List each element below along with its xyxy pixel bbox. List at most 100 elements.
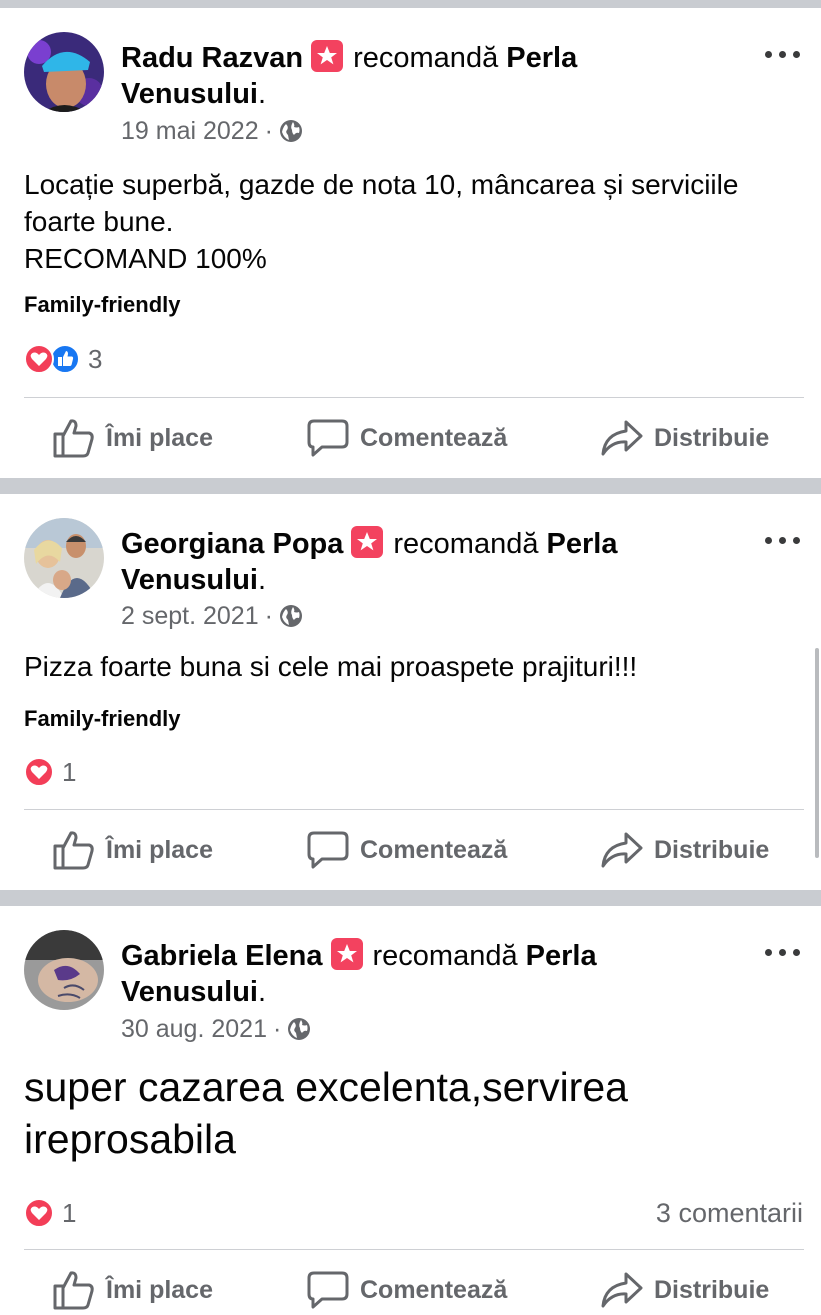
divider [24,397,804,398]
share-button-label: Distribuie [654,835,770,864]
love-icon [24,757,54,787]
comment-button-label: Comentează [360,423,508,452]
page-name-link[interactable]: Perla [547,528,618,560]
meta-dot: · [272,1015,282,1043]
comment-icon [307,419,349,457]
share-button[interactable]: Distribuie [600,830,769,870]
reactions-summary[interactable]: 1 [24,756,76,788]
reaction-count: 1 [62,1197,77,1228]
comment-button[interactable]: Comentează [306,418,507,458]
review-tag: Family-friendly [24,706,181,731]
avatar[interactable] [24,32,104,112]
like-button-label: Îmi place [106,1275,213,1304]
love-icon [24,344,54,374]
comment-button[interactable]: Comentează [306,1270,507,1310]
author-name[interactable]: Radu Razvan [121,42,303,74]
page-name-link[interactable]: Venusului [121,564,258,596]
recommend-badge-icon [351,526,384,558]
divider [24,809,804,810]
more-options-icon[interactable] [765,534,801,546]
share-button[interactable]: Distribuie [600,1270,769,1310]
review-tag: Family-friendly [24,292,181,317]
page-name-link[interactable]: Perla [506,42,577,74]
scrollbar[interactable] [815,648,819,858]
share-arrow-icon [601,832,643,868]
like-button[interactable]: Îmi place [52,1270,213,1310]
recommends-text: recomandă [393,528,539,560]
post-meta: 2 sept. 2021 · [121,601,303,631]
post-body-line: Pizza foarte buna si cele mai proaspete … [24,651,638,682]
share-button-label: Distribuie [654,1275,770,1304]
post-body-line: ireprosabila [24,1116,236,1162]
review-post: Radu Razvan recomandă Perla Venusului. 19… [0,8,821,478]
share-button-label: Distribuie [654,423,770,452]
post-date[interactable]: 2 sept. 2021 [121,602,259,630]
post-body: Pizza foarte buna si cele mai proaspete … [24,648,807,685]
post-body: super cazarea excelenta,servirea irepros… [24,1061,807,1165]
share-button[interactable]: Distribuie [600,418,769,458]
page-name-link[interactable]: Perla [526,940,597,972]
globe-icon [279,605,302,627]
review-post: Georgiana Popa recomandă Perla Venusului.… [0,494,821,890]
like-button[interactable]: Îmi place [52,830,213,870]
share-arrow-icon [601,1272,643,1308]
comment-button[interactable]: Comentează [306,830,507,870]
post-header: Georgiana Popa recomandă Perla [121,526,618,562]
more-options-icon[interactable] [765,48,801,60]
recommend-badge-icon [311,40,344,72]
more-options-icon[interactable] [765,946,801,958]
love-icon [24,1198,54,1228]
reaction-count: 1 [62,756,77,787]
globe-icon [279,120,302,142]
comments-count-link[interactable]: 3 comentarii [656,1198,803,1229]
meta-dot: · [264,602,273,630]
post-header: Gabriela Elena recomandă Perla [121,938,597,974]
comment-button-label: Comentează [360,1275,508,1304]
meta-dot: · [264,117,273,145]
post-meta: 30 aug. 2021 · [121,1014,311,1044]
reactions-summary[interactable]: 3 [24,343,102,375]
like-button-label: Îmi place [106,835,213,864]
post-date[interactable]: 19 mai 2022 [121,117,259,145]
comment-icon [307,831,349,869]
recommends-text: recomandă [353,42,499,74]
recommends-text: recomandă [372,940,518,972]
page-suffix: . [257,976,267,1008]
thumbs-up-icon [53,1271,94,1310]
feed-separator [0,890,821,906]
divider [24,1249,804,1250]
author-name[interactable]: Gabriela Elena [121,940,323,972]
post-body: Locație superbă, gazde de nota 10, mânca… [24,166,807,277]
page-name-link[interactable]: Venusului [121,78,258,110]
recommend-badge-icon [330,938,363,970]
post-header-line2: Venusului. [121,974,266,1010]
share-arrow-icon [601,420,643,456]
post-header: Radu Razvan recomandă Perla [121,40,577,76]
thumbs-up-icon [53,419,94,458]
like-icon [50,344,80,374]
post-body-line: Locație superbă, gazde de nota 10, mânca… [24,169,739,200]
like-button[interactable]: Îmi place [52,418,213,458]
reactions-summary[interactable]: 1 [24,1197,76,1229]
author-name[interactable]: Georgiana Popa [121,528,343,560]
post-body-line: super cazarea excelenta,servirea [24,1064,628,1110]
post-header-line2: Venusului. [121,76,266,112]
post-header-line2: Venusului. [121,562,266,598]
avatar[interactable] [24,518,104,598]
page-name-link[interactable]: Venusului [121,976,258,1008]
post-body-line: foarte bune. [24,206,174,237]
feed-separator [0,0,821,8]
feed-separator [0,478,821,494]
reaction-count: 3 [88,343,103,374]
review-post: Gabriela Elena recomandă Perla Venusului.… [0,906,821,1315]
post-meta: 19 mai 2022 · [121,116,303,146]
comment-icon [307,1271,349,1309]
avatar[interactable] [24,930,104,1010]
globe-icon [288,1018,311,1040]
post-date[interactable]: 30 aug. 2021 [121,1015,267,1043]
thumbs-up-icon [53,831,94,870]
page-suffix: . [257,78,267,110]
comment-button-label: Comentează [360,835,508,864]
post-body-line: RECOMAND 100% [24,243,267,274]
page-suffix: . [257,564,267,596]
